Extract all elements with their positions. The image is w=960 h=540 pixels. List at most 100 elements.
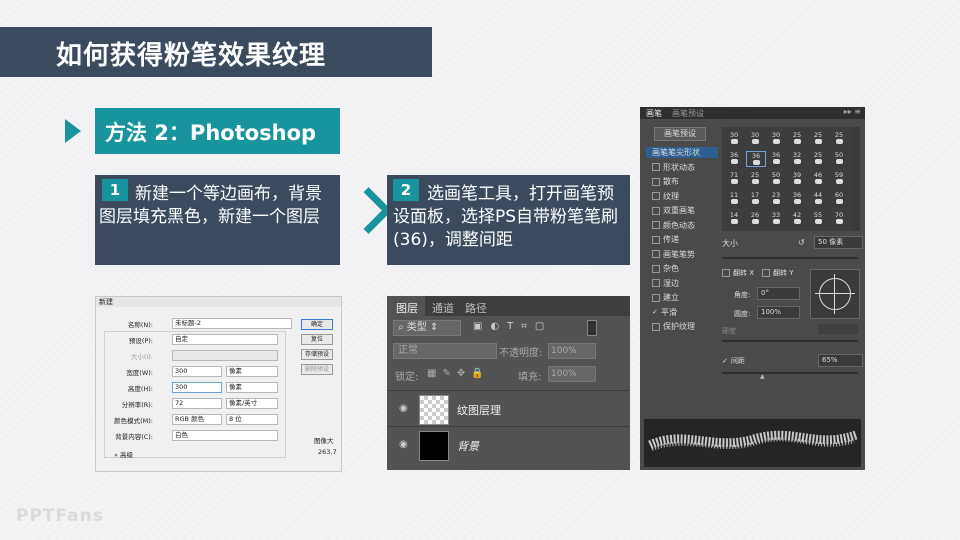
brush-setting-item[interactable]: 散布 (652, 176, 679, 187)
width-input[interactable]: 300 (172, 366, 222, 377)
brush-tip-cell[interactable]: 30 (725, 131, 743, 145)
advanced-toggle[interactable]: » 高级 (114, 449, 133, 459)
spacing-checkbox[interactable]: ✓ 间距 (722, 356, 745, 366)
checkbox[interactable] (652, 192, 660, 200)
fill-input[interactable]: 100% (548, 366, 596, 382)
height-input[interactable]: 300 (172, 382, 222, 393)
checkbox[interactable] (652, 250, 660, 258)
save-preset-button[interactable]: 存储预设 (301, 349, 333, 360)
brush-tip-cell[interactable]: 25 (746, 171, 764, 185)
reset-button[interactable]: 复位 (301, 334, 333, 345)
layer-row[interactable]: ◉ 背景 (387, 426, 630, 463)
brush-tip-cell[interactable]: 30 (767, 131, 785, 145)
brush-tip-cell[interactable]: 50 (830, 151, 848, 165)
brush-tip-cell[interactable]: 46 (809, 171, 827, 185)
brush-setting-item[interactable]: ✓ 平滑 (652, 307, 677, 318)
resolution-unit-select[interactable]: 像素/英寸 (226, 398, 278, 409)
brush-tip-cell[interactable]: 36 (746, 151, 766, 167)
brush-setting-item[interactable]: 纹理 (652, 191, 679, 202)
brush-presets-button[interactable]: 画笔预设 (654, 127, 706, 141)
lock-icons[interactable]: ▦✎✥🔒 (427, 368, 490, 379)
brush-tip-cell[interactable]: 36 (788, 191, 806, 205)
brush-tip-cell[interactable]: 59 (830, 171, 848, 185)
brush-setting-item[interactable]: 画笔笔尖形状 (646, 147, 718, 158)
roundness-input[interactable]: 100% (757, 306, 800, 319)
brush-tip-cell[interactable]: 17 (746, 191, 764, 205)
brush-tip-cell[interactable]: 23 (767, 191, 785, 205)
brush-setting-item[interactable]: 画笔笔势 (652, 249, 695, 260)
checkbox[interactable] (652, 279, 660, 287)
checkbox[interactable] (652, 293, 660, 302)
tab-layers[interactable]: 图层 (396, 300, 418, 316)
checkbox[interactable] (652, 221, 660, 229)
brush-tip-cell[interactable]: 26 (746, 211, 764, 225)
brush-setting-item[interactable]: 双重画笔 (652, 205, 695, 216)
brush-tip-cell[interactable]: 55 (809, 211, 827, 225)
brush-tip-cell[interactable]: 32 (788, 151, 806, 165)
background-select[interactable]: 白色 (172, 430, 278, 441)
spacing-input[interactable]: 65% (818, 354, 863, 367)
checkbox[interactable]: ✓ (652, 309, 658, 316)
brush-tip-cell[interactable]: 50 (767, 171, 785, 185)
brush-tip-cell[interactable]: 44 (809, 191, 827, 205)
flip-y-checkbox[interactable]: 翻转 Y (762, 268, 794, 278)
size-select[interactable] (172, 350, 278, 361)
size-slider[interactable] (722, 257, 858, 259)
eye-icon[interactable]: ◉ (399, 403, 408, 414)
height-unit-select[interactable]: 像素 (226, 382, 278, 393)
brush-tip-cell[interactable]: 70 (830, 211, 848, 225)
hardness-slider[interactable] (722, 340, 858, 342)
brush-setting-item[interactable]: 建立 (652, 292, 679, 303)
tab-brush-presets[interactable]: 画笔预设 (672, 108, 704, 119)
reset-icon[interactable]: ↺ (798, 238, 805, 247)
panel-menu-icon[interactable]: ▸▸ ≡ (844, 107, 861, 116)
brush-setting-item[interactable]: 形状动态 (652, 162, 695, 173)
brush-tip-cell[interactable]: 60 (830, 191, 848, 205)
brush-tip-cell[interactable]: 25 (788, 131, 806, 145)
slider-thumb-icon[interactable]: ▲ (760, 373, 765, 380)
tab-paths[interactable]: 路径 (465, 300, 487, 316)
checkbox[interactable] (652, 235, 660, 244)
width-unit-select[interactable]: 像素 (226, 366, 278, 377)
brush-tip-cell[interactable]: 33 (767, 211, 785, 225)
checkbox[interactable] (652, 264, 660, 273)
name-input[interactable]: 未标题-2 (172, 318, 292, 329)
filter-icons[interactable]: ▣◐T⌗▢ (473, 321, 552, 332)
brush-tip-cell[interactable]: 71 (725, 171, 743, 185)
brush-tip-cell[interactable]: 14 (725, 211, 743, 225)
hardness-input[interactable] (818, 324, 858, 334)
checkbox[interactable] (652, 206, 660, 215)
brush-setting-item[interactable]: 颜色动态 (652, 220, 695, 231)
tab-channels[interactable]: 通道 (432, 300, 454, 316)
brush-tip-cell[interactable]: 11 (725, 191, 743, 205)
brush-setting-item[interactable]: 杂色 (652, 263, 679, 274)
brush-tip-cell[interactable]: 30 (746, 131, 764, 145)
filter-toggle[interactable] (587, 320, 597, 336)
brush-tip-cell[interactable]: 36 (767, 151, 785, 165)
flip-x-checkbox[interactable]: 翻转 X (722, 268, 754, 278)
brush-tip-cell[interactable]: 25 (809, 131, 827, 145)
tab-brush[interactable]: 画笔 (646, 108, 662, 119)
grid-scrollbar[interactable] (852, 127, 860, 231)
checkbox[interactable] (652, 177, 660, 186)
spacing-slider[interactable]: ▲ (722, 372, 858, 380)
preset-select[interactable]: 自定 (172, 334, 278, 345)
size-input[interactable]: 50 像素 (814, 236, 863, 249)
brush-tip-cell[interactable]: 25 (809, 151, 827, 165)
blend-mode-select[interactable]: 正常 (393, 343, 497, 359)
checkbox[interactable] (652, 163, 660, 171)
brush-tip-cell[interactable]: 39 (788, 171, 806, 185)
color-mode-select[interactable]: RGB 颜色 (172, 414, 222, 425)
brush-tip-cell[interactable]: 25 (830, 131, 848, 145)
brush-tip-cell[interactable]: 42 (788, 211, 806, 225)
delete-preset-button[interactable]: 删除预设 (301, 364, 333, 375)
eye-icon[interactable]: ◉ (399, 439, 408, 450)
resolution-input[interactable]: 72 (172, 398, 222, 409)
brush-tip-cell[interactable]: 36 (725, 151, 743, 165)
opacity-input[interactable]: 100% (548, 343, 596, 359)
angle-roundness-control[interactable] (810, 269, 860, 319)
layer-row[interactable]: ◉ 纹图层理 (387, 390, 630, 427)
ok-button[interactable]: 确定 (301, 319, 333, 330)
brush-setting-item[interactable]: 保护纹理 (652, 321, 695, 332)
brush-setting-item[interactable]: 传递 (652, 234, 679, 245)
